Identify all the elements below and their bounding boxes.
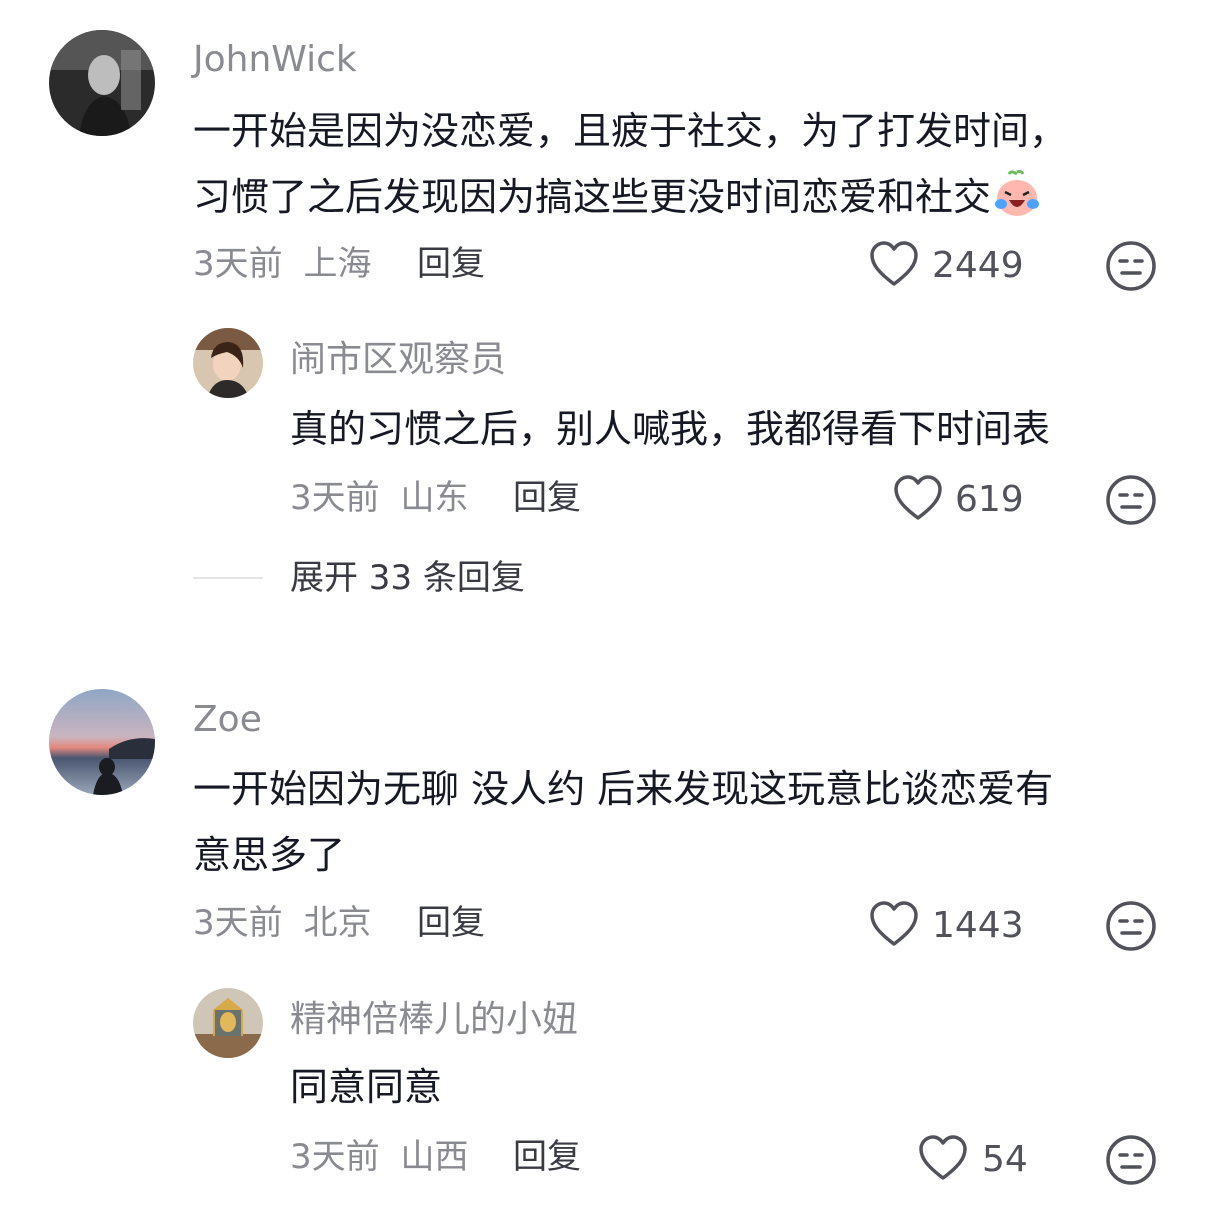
comment-meta: 3天前 上海 <box>193 242 371 286</box>
like-button[interactable] <box>917 1134 969 1182</box>
heart-icon <box>919 1135 967 1180</box>
meh-face-icon <box>1106 1135 1156 1185</box>
dislike-button[interactable] <box>1105 900 1157 952</box>
reply-username[interactable]: 精神倍棒儿的小妞 <box>290 998 578 1042</box>
comment-text: 一开始因为无聊 没人约 后来发现这玩意比谈恋爱有 意思多了 <box>193 756 1153 888</box>
meh-face-icon <box>1106 901 1156 951</box>
avatar[interactable] <box>193 988 263 1058</box>
avatar[interactable] <box>49 30 155 136</box>
like-count: 54 <box>982 1139 1028 1180</box>
comment-time: 3天前 <box>193 244 283 284</box>
heart-icon <box>870 241 918 286</box>
crying-laughing-face-icon <box>991 168 1043 220</box>
comment-text: 一开始是因为没恋爱，且疲于社交，为了打发时间， 习惯了之后发现因为搞这些更没时间… <box>193 98 1153 230</box>
comment-username[interactable]: Zoe <box>193 698 262 742</box>
comment-meta: 3天前 北京 <box>193 901 371 945</box>
comment-location: 上海 <box>303 244 372 284</box>
reply-button[interactable]: 回复 <box>417 901 485 945</box>
reply-time: 3天前 <box>290 478 380 518</box>
like-count: 619 <box>955 479 1024 520</box>
heart-icon <box>894 475 942 520</box>
reply-button[interactable]: 回复 <box>417 242 485 286</box>
meh-face-icon <box>1106 475 1156 525</box>
reply-button[interactable]: 回复 <box>513 476 581 520</box>
comment-time: 3天前 <box>193 903 283 943</box>
reply-username[interactable]: 闹市区观察员 <box>290 338 506 382</box>
comment-text-segment: 习惯了之后发现因为搞这些更没时间恋爱和社交 <box>193 175 992 219</box>
comment-username[interactable]: JohnWick <box>193 38 357 82</box>
like-button[interactable] <box>868 900 920 948</box>
reply-location: 山东 <box>400 478 469 518</box>
dislike-button[interactable] <box>1105 240 1157 292</box>
comment-text-line: 一开始是因为没恋爱，且疲于社交，为了打发时间， <box>193 109 1068 153</box>
avatar[interactable] <box>49 689 155 795</box>
avatar[interactable] <box>193 328 263 398</box>
heart-icon <box>870 901 918 946</box>
reply-location: 山西 <box>400 1137 469 1177</box>
reply-text: 真的习惯之后，别人喊我，我都得看下时间表 <box>290 407 1051 451</box>
like-button[interactable] <box>868 240 920 288</box>
dislike-button[interactable] <box>1105 1134 1157 1186</box>
reply-button[interactable]: 回复 <box>513 1135 581 1179</box>
reply-time: 3天前 <box>290 1137 380 1177</box>
like-count: 1443 <box>932 905 1024 946</box>
reply-text: 同意同意 <box>290 1065 443 1109</box>
like-button[interactable] <box>892 474 944 522</box>
reply-meta: 3天前 山西 <box>290 1135 468 1179</box>
expand-divider <box>193 577 263 579</box>
dislike-button[interactable] <box>1105 474 1157 526</box>
comment-text-line: 习惯了之后发现因为搞这些更没时间恋爱和社交 <box>193 164 1153 230</box>
like-count: 2449 <box>932 245 1024 286</box>
comment-location: 北京 <box>303 903 372 943</box>
comment-text-line: 意思多了 <box>193 833 346 877</box>
meh-face-icon <box>1106 241 1156 291</box>
comment-text-line: 一开始因为无聊 没人约 后来发现这玩意比谈恋爱有 <box>193 767 1054 811</box>
expand-replies-button[interactable]: 展开 33 条回复 <box>290 556 525 600</box>
reply-meta: 3天前 山东 <box>290 476 468 520</box>
